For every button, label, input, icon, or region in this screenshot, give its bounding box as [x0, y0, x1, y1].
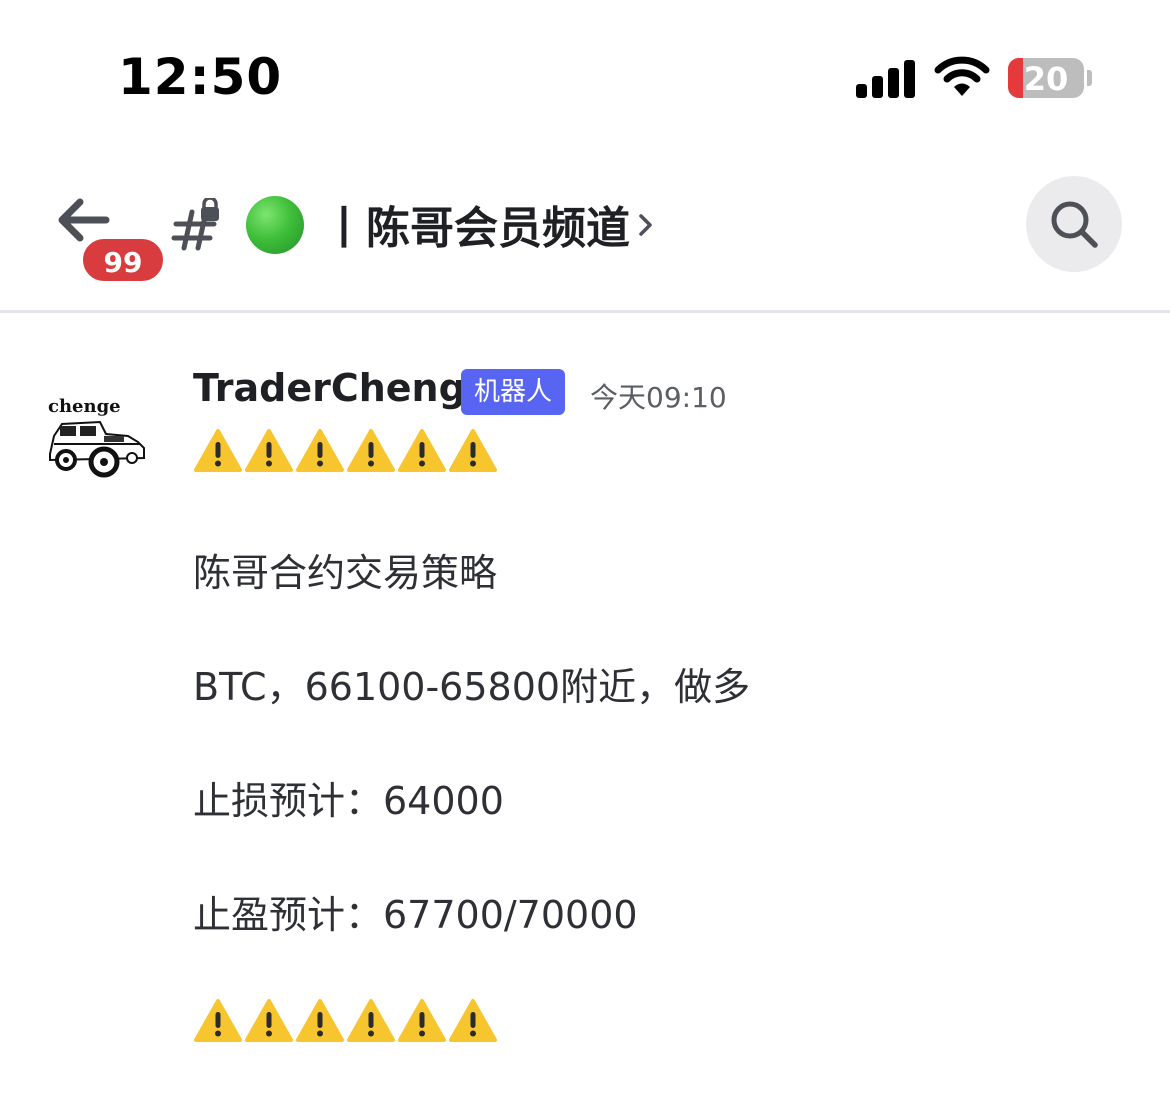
message-line-stop-loss: 止损预计：64000 [193, 779, 504, 823]
warning-icon [244, 428, 294, 474]
warning-icon [346, 428, 396, 474]
warning-icon [346, 998, 396, 1044]
green-circle-emoji [246, 196, 304, 254]
warning-icon [295, 428, 345, 474]
battery-level: 20 [1023, 60, 1069, 98]
wifi-icon [934, 56, 990, 96]
message-author[interactable]: TraderChenge [193, 366, 492, 410]
channel-header: 99 丨陈哥会员频道 [0, 150, 1170, 313]
warning-icon [448, 998, 498, 1044]
battery-tip [1087, 70, 1092, 86]
warning-icon [448, 428, 498, 474]
avatar[interactable]: chenge [40, 388, 152, 500]
channel-name[interactable]: 丨陈哥会员频道 [322, 192, 630, 256]
search-button[interactable] [1026, 176, 1122, 272]
message-timestamp: 今天09:10 [590, 381, 727, 414]
message-item: chenge TraderChenge 机器人 今天09:10 陈哥合约交易策略… [0, 320, 1170, 1113]
bot-tag: 机器人 [461, 369, 565, 415]
vintage-car-icon [49, 420, 145, 478]
warning-icon [397, 998, 447, 1044]
chevron-right-icon[interactable] [636, 208, 656, 242]
unread-count-badge[interactable]: 99 [80, 236, 166, 284]
search-icon [1051, 201, 1098, 248]
warning-emoji-row-bottom [193, 998, 499, 1044]
status-bar: 12:50 20 [0, 0, 1170, 140]
locked-channel-hash-icon [171, 198, 219, 251]
warning-emoji-row-top [193, 428, 499, 474]
message-line-take-profit: 止盈预计：67700/70000 [193, 893, 638, 937]
battery-icon: 20 [1008, 58, 1084, 98]
message-line-entry: BTC，66100-65800附近，做多 [193, 665, 751, 709]
cellular-signal-icon [856, 58, 916, 98]
warning-icon [244, 998, 294, 1044]
warning-icon [193, 428, 243, 474]
warning-icon [295, 998, 345, 1044]
status-time: 12:50 [118, 48, 283, 106]
warning-icon [193, 998, 243, 1044]
warning-icon [397, 428, 447, 474]
message-line-strategy-title: 陈哥合约交易策略 [193, 551, 498, 595]
